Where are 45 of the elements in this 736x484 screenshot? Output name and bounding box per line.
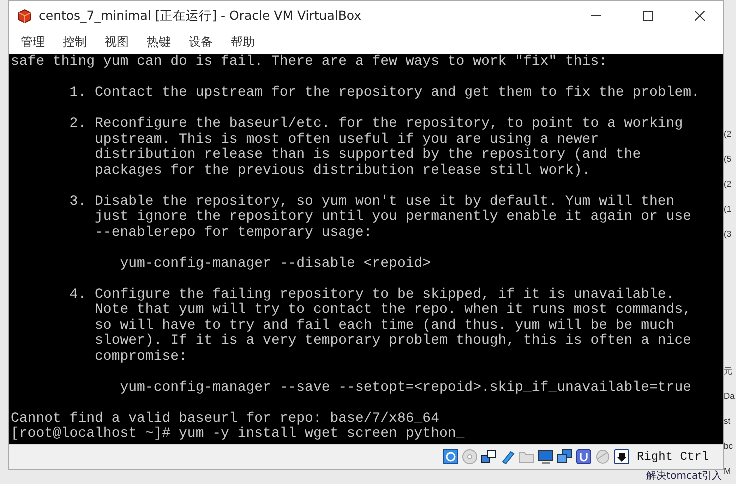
background-text: Da: [724, 390, 736, 403]
background-text: 解决tomcat引入: [646, 470, 723, 484]
close-icon: [695, 11, 705, 21]
screens-icon[interactable]: [556, 449, 573, 465]
background-text: M: [724, 465, 732, 478]
window-title: centos_7_minimal [正在运行] - Oracle VM VirtualBox: [39, 8, 363, 24]
terminal-line: so will have to try and fail each time (and thus. yum will be be much: [94, 318, 676, 334]
host-key-label: Right Ctrl: [636, 450, 709, 464]
background-text: st: [724, 415, 732, 428]
terminal-line: packages for the previous distribution release still work).: [94, 164, 592, 179]
terminal-line: safe thing yum can do is fail. There are a few ways to work "fix" this:: [11, 55, 608, 70]
terminal-line: 3. Disable the repository, so yum won't use it by default. Yum will then: [68, 194, 676, 210]
background-text: (2: [724, 178, 733, 191]
background-text: (1: [724, 203, 733, 216]
background-text: 元: [724, 365, 734, 378]
terminal-line: compromise:: [94, 350, 188, 365]
background-text: (5: [724, 153, 733, 166]
usb-icon[interactable]: [576, 449, 592, 465]
terminal-line: Cannot find a valid baseurl for repo: base/7/x86_64: [11, 412, 440, 426]
network-icon[interactable]: [480, 449, 497, 465]
usb-pen-icon[interactable]: [500, 449, 516, 465]
terminal-line: upstream. This is most often useful if you are using a newer: [94, 132, 600, 148]
terminal-line: yum-config-manager --disable <repoid>: [119, 256, 432, 272]
menu-item[interactable]: 热键: [139, 34, 179, 51]
menu-item[interactable]: 帮助: [223, 34, 263, 51]
display-icon[interactable]: [538, 449, 554, 465]
terminal-line: just ignore the repository until you permanently enable it again or use: [94, 210, 693, 226]
terminal-line: distribution release than is supported by the repository (and the: [94, 148, 642, 164]
terminal-line: 1. Contact the upstream for the repository and get them to fix the problem.: [68, 86, 701, 102]
cube-icon: [17, 8, 33, 24]
terminal-line: 2. Reconfigure the baseurl/etc. for the repository, to point to a working: [68, 117, 684, 132]
background-text: bc: [724, 440, 734, 453]
menu-item[interactable]: 管理: [13, 34, 53, 51]
background-text: (2: [724, 128, 733, 141]
terminal-line: 4. Configure the failing repository to be skipped, if it is unavailable.: [68, 288, 676, 302]
menu-item[interactable]: 视图: [97, 34, 137, 51]
terminal-line: slower). If it is a very temporary problem though, this is often a nice: [94, 334, 693, 350]
terminal-line: --enablerepo for temporary usage:: [94, 226, 374, 241]
terminal-line: yum-config-manager --save --setopt=<repoid>.skip_if_unavailable=true: [119, 380, 693, 396]
background-text: (3: [724, 228, 733, 241]
maximize-icon: [643, 11, 653, 21]
terminal-line: Note that yum will try to contact the repo. when it runs most commands,: [94, 303, 693, 318]
terminal-line: [root@localhost ~]# yum -y install wget screen python_: [11, 427, 466, 442]
menu-item[interactable]: 控制: [55, 34, 95, 51]
menu-item[interactable]: 设备: [181, 34, 221, 51]
